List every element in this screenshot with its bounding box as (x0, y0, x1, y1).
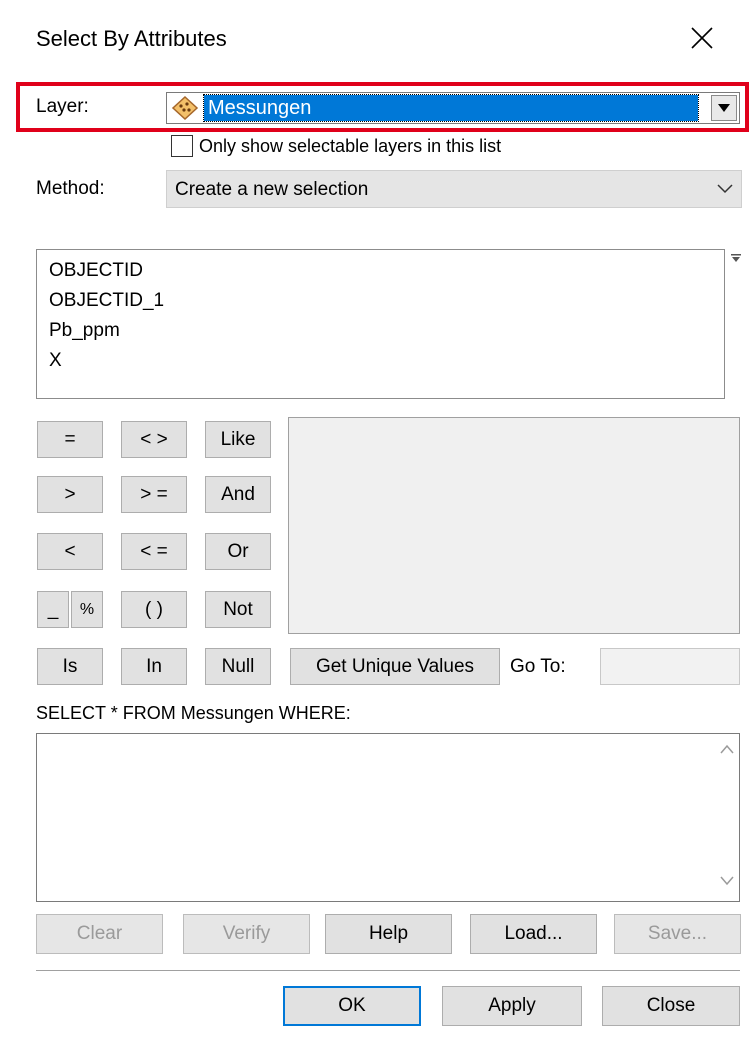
is-button[interactable]: Is (37, 648, 103, 685)
null-button[interactable]: Null (205, 648, 271, 685)
help-button[interactable]: Help (325, 914, 452, 954)
parentheses-button[interactable]: ( ) (121, 591, 187, 628)
fields-list[interactable]: OBJECTID OBJECTID_1 Pb_ppm X (36, 249, 725, 399)
close-button[interactable]: Close (602, 986, 740, 1026)
layer-dropdown[interactable]: Messungen (166, 92, 740, 124)
underscore-button[interactable]: _ (37, 591, 69, 628)
selectable-layers-checkbox[interactable] (171, 135, 193, 157)
unique-values-list[interactable] (288, 417, 740, 634)
equals-button[interactable]: = (37, 421, 103, 458)
method-dropdown[interactable]: Create a new selection (166, 170, 742, 208)
query-textarea[interactable] (36, 733, 740, 902)
like-button[interactable]: Like (205, 421, 271, 458)
scroll-up-icon[interactable] (720, 744, 734, 754)
method-label: Method: (36, 178, 105, 199)
get-unique-values-button[interactable]: Get Unique Values (290, 648, 500, 685)
layer-label: Layer: (36, 96, 89, 117)
go-to-input[interactable] (600, 648, 740, 685)
separator (36, 970, 740, 972)
ok-button[interactable]: OK (283, 986, 421, 1026)
list-item[interactable]: OBJECTID_1 (49, 290, 164, 312)
list-options-icon[interactable] (730, 250, 742, 262)
layer-dropdown-button[interactable] (711, 95, 737, 121)
close-icon[interactable] (686, 22, 718, 54)
chevron-down-icon (717, 184, 733, 194)
not-equal-button[interactable]: < > (121, 421, 187, 458)
and-button[interactable]: And (205, 476, 271, 513)
in-button[interactable]: In (121, 648, 187, 685)
save-button[interactable]: Save... (614, 914, 741, 954)
less-button[interactable]: < (37, 533, 103, 570)
verify-button[interactable]: Verify (183, 914, 310, 954)
triangle-down-icon (718, 104, 730, 112)
percent-button[interactable]: % (71, 591, 103, 628)
not-button[interactable]: Not (205, 591, 271, 628)
or-button[interactable]: Or (205, 533, 271, 570)
dialog-title: Select By Attributes (36, 26, 227, 51)
load-button[interactable]: Load... (470, 914, 597, 954)
list-item[interactable]: OBJECTID (49, 260, 143, 282)
clear-button[interactable]: Clear (36, 914, 163, 954)
query-label: SELECT * FROM Messungen WHERE: (36, 703, 351, 723)
apply-button[interactable]: Apply (442, 986, 582, 1026)
method-value: Create a new selection (175, 179, 369, 200)
greater-equal-button[interactable]: > = (121, 476, 187, 513)
list-item[interactable]: X (49, 350, 62, 372)
less-equal-button[interactable]: < = (121, 533, 187, 570)
list-item[interactable]: Pb_ppm (49, 320, 120, 342)
layer-selected-value: Messungen (203, 94, 699, 122)
scroll-down-icon[interactable] (720, 876, 734, 886)
greater-button[interactable]: > (37, 476, 103, 513)
go-to-label: Go To: (510, 656, 566, 677)
selectable-layers-label: Only show selectable layers in this list (199, 136, 502, 156)
layer-icon (171, 95, 199, 121)
